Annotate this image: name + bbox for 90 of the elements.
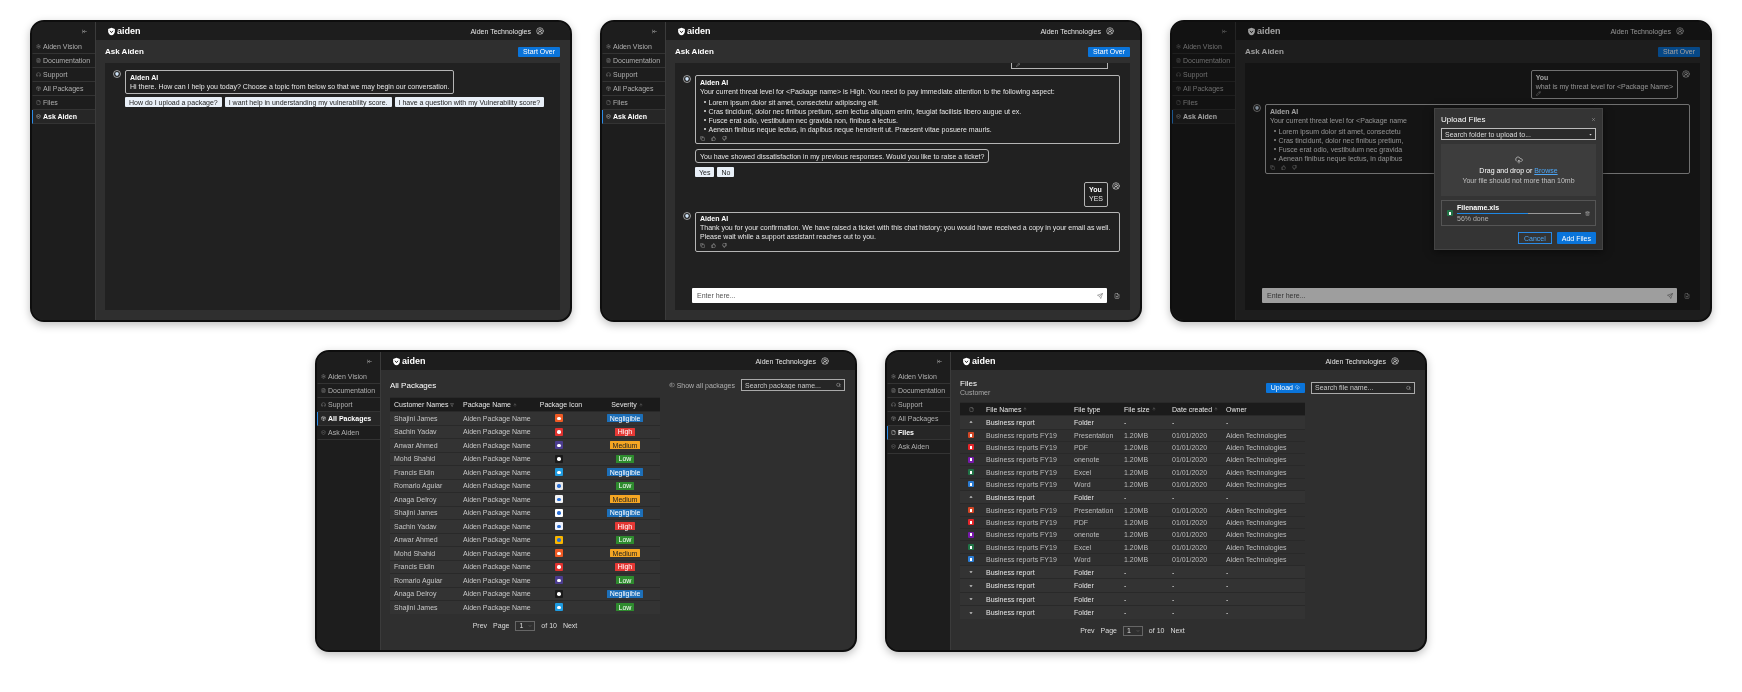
headset-icon <box>1176 72 1181 77</box>
file-icon <box>1176 100 1181 105</box>
headset-icon <box>321 402 326 407</box>
search-icon <box>1406 385 1411 390</box>
send-icon[interactable] <box>1667 292 1673 299</box>
user-avatar-icon[interactable] <box>536 27 544 35</box>
collapse-icon[interactable] <box>367 358 372 364</box>
cloud-upload-icon <box>1295 385 1300 390</box>
page-title: All Packages <box>390 380 437 390</box>
logo-icon <box>107 26 116 36</box>
headset-icon <box>36 72 41 77</box>
page-title: Ask Aiden <box>105 47 144 56</box>
attach-file-icon[interactable] <box>1114 292 1120 299</box>
file-icon <box>606 100 611 105</box>
shield-icon <box>36 114 41 119</box>
bot-avatar-icon <box>683 211 691 220</box>
logo-icon <box>962 356 971 366</box>
thumbs-down-icon[interactable] <box>722 135 727 141</box>
collapse-icon[interactable] <box>82 28 87 34</box>
page-title: Files <box>960 379 978 388</box>
thumbs-up-icon[interactable] <box>711 135 716 141</box>
logo-icon <box>392 356 401 366</box>
file-outline-icon[interactable] <box>968 406 974 412</box>
logo-icon <box>677 26 686 36</box>
bot-avatar-icon <box>683 75 691 83</box>
sort-icon[interactable] <box>638 402 643 407</box>
gear-icon <box>606 44 611 49</box>
package-icon <box>606 86 611 91</box>
brand-name: aiden <box>687 26 711 36</box>
page-title: Ask Aiden <box>675 47 714 56</box>
close-icon[interactable] <box>1591 117 1596 122</box>
package-icon <box>1176 86 1181 91</box>
user-avatar-icon <box>1112 182 1120 191</box>
document-icon <box>36 58 41 63</box>
pencil-icon[interactable] <box>1016 63 1020 67</box>
chevron-down-icon <box>1135 628 1140 633</box>
collapse-icon[interactable] <box>1222 28 1227 34</box>
gear-icon <box>1176 44 1181 49</box>
toggle-icon <box>668 382 675 388</box>
document-icon <box>606 58 611 63</box>
collapse-icon[interactable] <box>937 358 942 364</box>
dialog-title: Upload Files <box>1441 115 1486 124</box>
shield-icon <box>1176 114 1181 119</box>
copy-icon[interactable] <box>1270 165 1275 171</box>
thumbs-up-icon[interactable] <box>1281 165 1286 171</box>
brand-name: aiden <box>1257 26 1281 36</box>
user-avatar-icon <box>1682 70 1690 78</box>
brand-name: aiden <box>402 356 426 366</box>
bot-avatar-icon <box>113 70 121 78</box>
headset-icon <box>606 72 611 77</box>
copy-icon[interactable] <box>700 135 705 141</box>
user-avatar-icon[interactable] <box>821 357 829 365</box>
gear-icon <box>321 374 326 379</box>
brand-name: aiden <box>117 26 141 36</box>
gear-icon <box>36 44 41 49</box>
brand-name: aiden <box>972 356 996 366</box>
user-avatar-icon[interactable] <box>1391 357 1399 365</box>
file-icon <box>36 100 41 105</box>
page-title: Ask Aiden <box>1245 47 1284 56</box>
thumbs-up-icon[interactable] <box>711 243 716 249</box>
file-icon <box>891 430 896 435</box>
send-icon[interactable] <box>1097 292 1103 299</box>
user-avatar-icon[interactable] <box>1676 27 1684 35</box>
collapse-icon[interactable] <box>652 28 657 34</box>
bot-avatar-icon <box>1253 104 1261 113</box>
caret-icon <box>1589 132 1592 136</box>
shield-icon <box>321 430 326 435</box>
user-avatar-icon[interactable] <box>1106 27 1114 35</box>
chevron-down-icon <box>528 623 533 628</box>
document-icon <box>891 388 896 393</box>
search-icon <box>836 382 841 388</box>
filter-icon[interactable] <box>450 402 455 407</box>
copy-icon[interactable] <box>700 243 705 249</box>
cloud-upload-icon <box>1514 156 1523 164</box>
document-icon <box>321 388 326 393</box>
spreadsheet-icon <box>1447 210 1453 216</box>
trash-icon[interactable] <box>1585 210 1590 216</box>
logo-icon <box>1247 26 1256 36</box>
document-icon <box>1176 58 1181 63</box>
attach-file-icon[interactable] <box>1684 292 1690 299</box>
package-icon <box>891 416 896 421</box>
thumbs-down-icon[interactable] <box>722 243 727 249</box>
shield-icon <box>891 444 896 449</box>
package-icon <box>321 416 326 421</box>
sort-icon[interactable] <box>512 402 517 407</box>
thumbs-down-icon[interactable] <box>1292 165 1297 171</box>
package-icon <box>36 86 41 91</box>
gear-icon <box>891 374 896 379</box>
headset-icon <box>891 402 896 407</box>
shield-icon <box>606 114 611 119</box>
